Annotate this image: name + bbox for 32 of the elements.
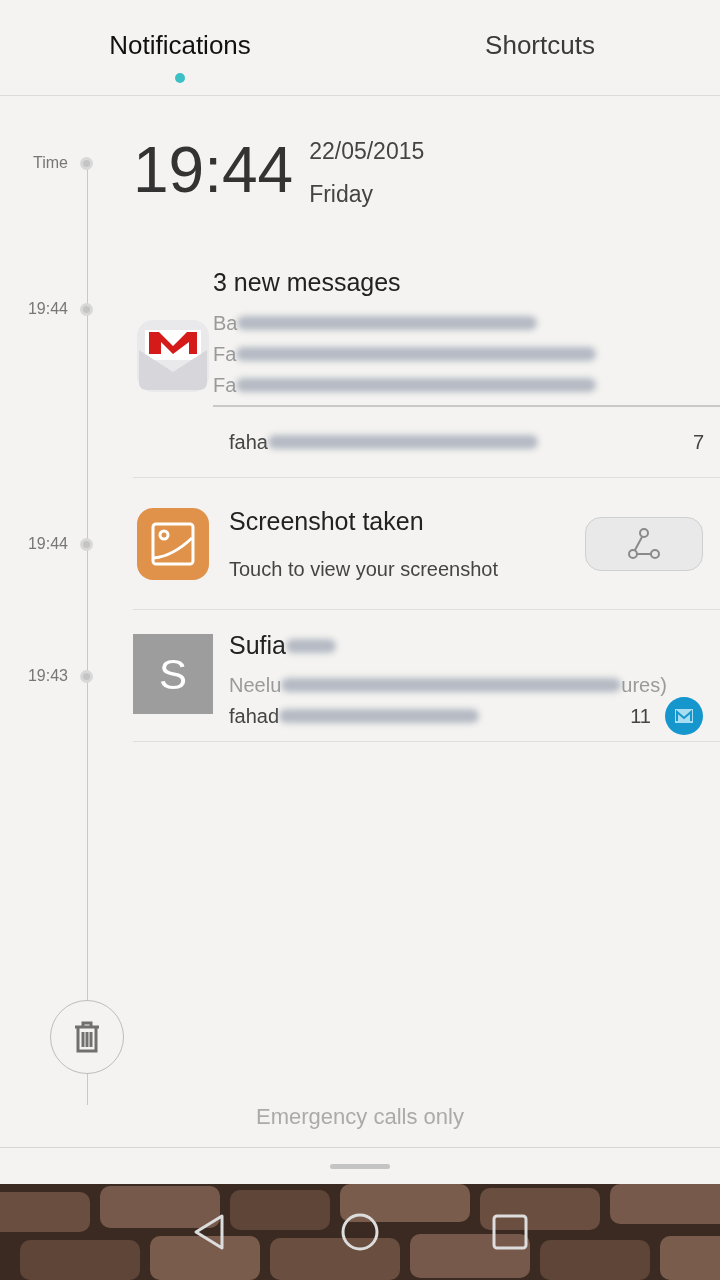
clock-time: 19:44 — [133, 134, 294, 202]
timestamp: 19:44 — [27, 299, 68, 319]
notification-title: 3 new messages — [213, 267, 402, 298]
account-name: faha — [229, 430, 268, 455]
message-count: 11 — [630, 704, 651, 729]
envelope-icon — [137, 320, 209, 392]
contact-name: Sufia — [229, 630, 286, 662]
account-name: fahad — [229, 704, 280, 729]
message-preview: Fa — [213, 342, 237, 367]
home-button[interactable] — [340, 1212, 380, 1252]
notification-text: Touch to view your screenshot — [229, 557, 500, 583]
message-preview: Ba — [213, 311, 238, 336]
date: 22/05/2015 — [309, 137, 425, 166]
image-icon — [137, 507, 209, 580]
message-preview: Neelu — [229, 673, 282, 698]
contact-avatar: S — [133, 634, 213, 714]
message-preview: Fa — [213, 373, 237, 398]
drag-handle[interactable] — [330, 1163, 390, 1169]
timestamp: 19:44 — [27, 534, 68, 554]
timestamp: 19:43 — [27, 666, 68, 686]
share-button[interactable] — [585, 516, 703, 571]
recent-apps-button[interactable] — [490, 1212, 530, 1252]
carrier-status: Emergency calls only — [0, 1100, 720, 1148]
message-count: 7 — [692, 430, 704, 455]
tab[interactable]: Notifications — [0, 0, 360, 95]
timestamp: Time — [33, 153, 68, 173]
blurred-text — [286, 639, 336, 653]
message-preview: ures) — [621, 673, 667, 698]
notification-title: Screenshot taken — [229, 505, 425, 537]
weekday: Friday — [309, 179, 375, 209]
tab[interactable]: Shortcuts — [360, 0, 720, 95]
email-badge-icon — [665, 697, 703, 735]
